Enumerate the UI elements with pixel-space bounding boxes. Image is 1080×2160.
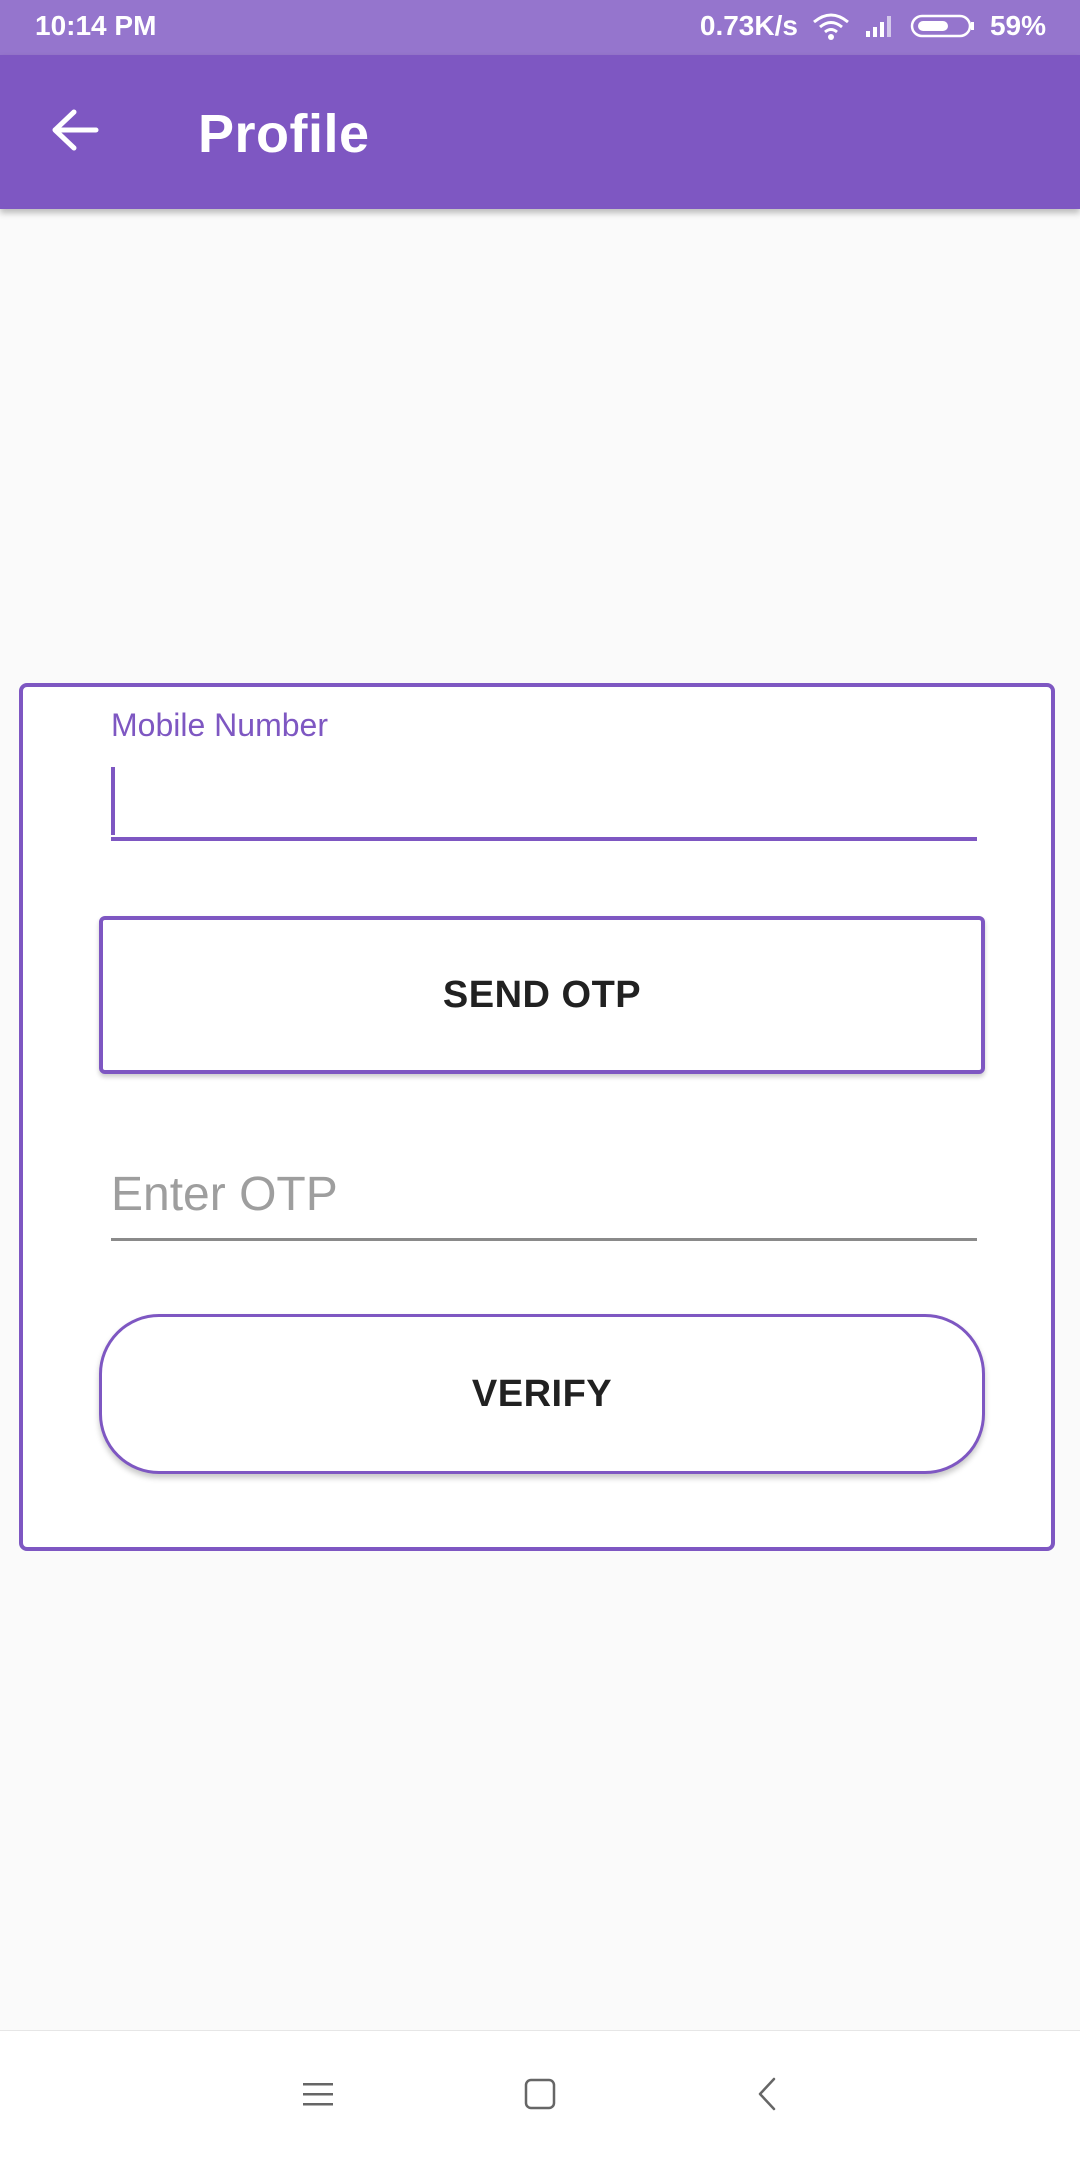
battery-percent: 59% — [989, 10, 1046, 41]
status-bar: 10:14 PM 0.73K/s 59% — [0, 0, 1080, 55]
otp-input[interactable] — [111, 1159, 977, 1241]
send-otp-button[interactable]: SEND OTP — [99, 916, 985, 1074]
wifi-icon — [812, 12, 850, 40]
menu-nav-button[interactable] — [258, 2031, 378, 2160]
home-nav-button[interactable] — [480, 2031, 600, 2160]
screen: 10:14 PM 0.73K/s 59% Profile Mobile Numb… — [0, 0, 1080, 2160]
status-time: 10:14 PM — [35, 10, 157, 41]
otp-form-card: Mobile Number SEND OTP VERIFY — [19, 683, 1055, 1551]
menu-icon — [301, 2080, 335, 2113]
back-button[interactable] — [40, 100, 110, 164]
network-speed: 0.73K/s — [699, 10, 798, 41]
mobile-number-label: Mobile Number — [111, 707, 328, 743]
home-square-icon — [523, 2077, 557, 2116]
app-bar: Profile — [0, 55, 1080, 209]
page-title: Profile — [198, 104, 370, 164]
verify-button[interactable]: VERIFY — [99, 1314, 985, 1474]
status-indicators: 0.73K/s 59% — [700, 10, 1046, 42]
text-cursor — [111, 767, 115, 835]
back-chevron-icon — [755, 2076, 779, 2117]
system-nav-bar — [0, 2030, 1080, 2160]
arrow-left-icon — [50, 108, 100, 157]
mobile-number-input[interactable] — [111, 763, 977, 841]
back-nav-button[interactable] — [707, 2031, 827, 2160]
signal-icon — [864, 13, 896, 39]
battery-icon — [910, 13, 976, 39]
